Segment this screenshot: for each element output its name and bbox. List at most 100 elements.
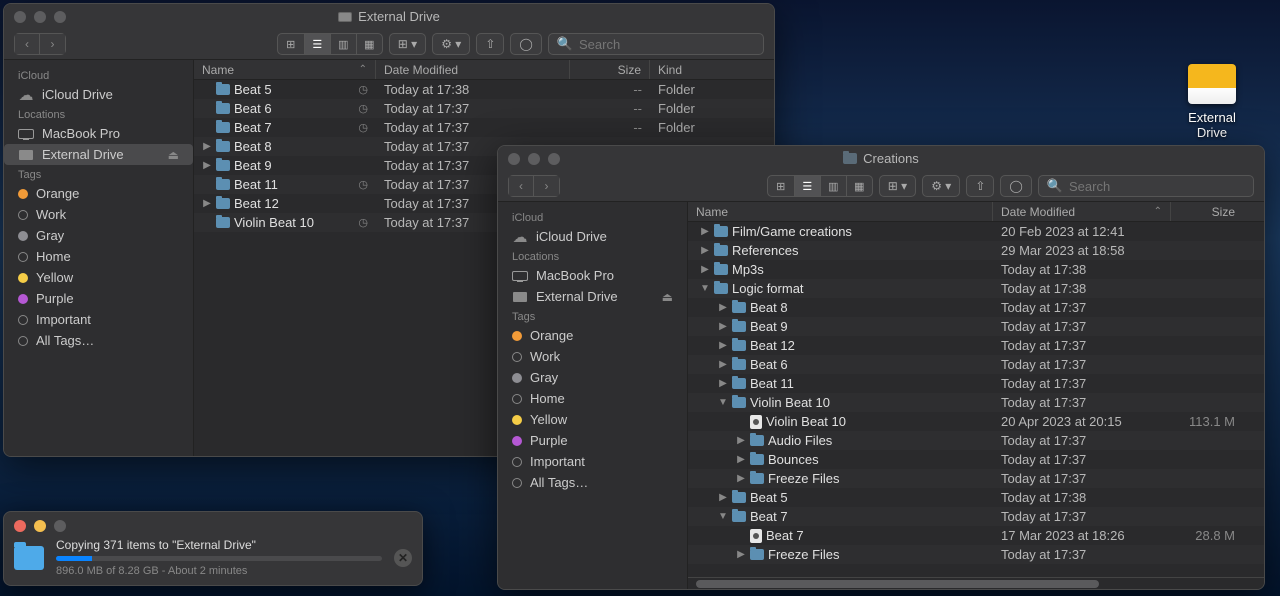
disclosure-icon[interactable]: ▶ [718, 359, 728, 370]
sidebar-tag-home[interactable]: Home [4, 246, 193, 267]
group-button[interactable]: ⊞ ▾ [389, 33, 426, 55]
disclosure-icon[interactable]: ▶ [736, 473, 746, 484]
sidebar-tag-yellow[interactable]: Yellow [4, 267, 193, 288]
sidebar-tag-important[interactable]: Important [4, 309, 193, 330]
eject-icon[interactable]: ⏏ [168, 148, 179, 162]
back-button[interactable]: ‹ [14, 33, 40, 55]
table-row[interactable]: Beat 717 Mar 2023 at 18:2628.8 M [688, 526, 1264, 545]
column-view-button[interactable]: ▥ [820, 176, 846, 196]
sidebar-tag-yellow[interactable]: Yellow [498, 409, 687, 430]
sidebar-item-macbook[interactable]: MacBook Pro [498, 265, 687, 286]
window-close-button[interactable] [508, 153, 520, 165]
col-kind[interactable]: Kind [650, 60, 774, 79]
table-row[interactable]: ▶Film/Game creations20 Feb 2023 at 12:41 [688, 222, 1264, 241]
horizontal-scrollbar[interactable] [688, 577, 1264, 589]
table-row[interactable]: ▶Beat 8Today at 17:37 [688, 298, 1264, 317]
disclosure-icon[interactable]: ▶ [718, 302, 728, 313]
view-switcher[interactable]: ⊞ ☰ ▥ ▦ [277, 33, 383, 55]
sidebar-item-external-drive[interactable]: External Drive⏏ [498, 286, 687, 307]
table-row[interactable]: ▶Freeze FilesToday at 17:37 [688, 545, 1264, 564]
window-minimize-button[interactable] [528, 153, 540, 165]
sidebar-tag-orange[interactable]: Orange [498, 325, 687, 346]
forward-button[interactable]: › [40, 33, 66, 55]
table-row[interactable]: ▶References29 Mar 2023 at 18:58 [688, 241, 1264, 260]
sidebar-tag-purple[interactable]: Purple [498, 430, 687, 451]
icon-view-button[interactable]: ⊞ [278, 34, 304, 54]
eject-icon[interactable]: ⏏ [662, 290, 673, 304]
table-row[interactable]: ▶Beat 12Today at 17:37 [688, 336, 1264, 355]
table-row[interactable]: Beat 5◷Today at 17:38--Folder [194, 80, 774, 99]
window-zoom-button[interactable] [54, 520, 66, 532]
table-row[interactable]: Beat 7◷Today at 17:37--Folder [194, 118, 774, 137]
table-row[interactable]: ▶Mp3sToday at 17:38 [688, 260, 1264, 279]
desktop-drive-icon[interactable]: External Drive [1176, 64, 1248, 140]
table-row[interactable]: Beat 6◷Today at 17:37--Folder [194, 99, 774, 118]
table-row[interactable]: Violin Beat 1020 Apr 2023 at 20:15113.1 … [688, 412, 1264, 431]
disclosure-icon[interactable]: ▼ [718, 397, 728, 408]
tags-button[interactable]: ◯ [510, 33, 541, 55]
search-field[interactable]: 🔍 [548, 33, 764, 55]
col-date[interactable]: Date Modified [376, 60, 570, 79]
disclosure-icon[interactable]: ▶ [736, 435, 746, 446]
window-minimize-button[interactable] [34, 11, 46, 23]
table-row[interactable]: ▶Beat 6Today at 17:37 [688, 355, 1264, 374]
search-field[interactable]: 🔍 [1038, 175, 1254, 197]
col-size[interactable]: Size [570, 60, 650, 79]
action-button[interactable]: ⚙ ▾ [922, 175, 960, 197]
disclosure-icon[interactable]: ▼ [718, 511, 728, 522]
sidebar-tag-gray[interactable]: Gray [498, 367, 687, 388]
window-zoom-button[interactable] [548, 153, 560, 165]
sidebar-all-tags[interactable]: All Tags… [498, 472, 687, 493]
disclosure-icon[interactable]: ▶ [736, 454, 746, 465]
table-row[interactable]: ▶Freeze FilesToday at 17:37 [688, 469, 1264, 488]
table-row[interactable]: ▶Beat 9Today at 17:37 [688, 317, 1264, 336]
col-name[interactable]: Name⌃ [194, 60, 376, 79]
table-row[interactable]: ▶BouncesToday at 17:37 [688, 450, 1264, 469]
column-view-button[interactable]: ▥ [330, 34, 356, 54]
window-zoom-button[interactable] [54, 11, 66, 23]
sidebar-all-tags[interactable]: All Tags… [4, 330, 193, 351]
disclosure-icon[interactable]: ▶ [718, 321, 728, 332]
disclosure-icon[interactable]: ▶ [736, 549, 746, 560]
disclosure-icon[interactable]: ▶ [718, 492, 728, 503]
disclosure-icon[interactable]: ▼ [700, 283, 710, 294]
table-row[interactable]: ▼Beat 7Today at 17:37 [688, 507, 1264, 526]
search-input[interactable] [1069, 179, 1245, 194]
share-button[interactable]: ⇧ [476, 33, 504, 55]
back-button[interactable]: ‹ [508, 175, 534, 197]
disclosure-icon[interactable]: ▶ [202, 198, 212, 209]
list-view-button[interactable]: ☰ [794, 176, 820, 196]
sidebar-tag-purple[interactable]: Purple [4, 288, 193, 309]
list-view-button[interactable]: ☰ [304, 34, 330, 54]
table-row[interactable]: ▶Audio FilesToday at 17:37 [688, 431, 1264, 450]
table-row[interactable]: ▼Violin Beat 10Today at 17:37 [688, 393, 1264, 412]
forward-button[interactable]: › [534, 175, 560, 197]
search-input[interactable] [579, 37, 755, 52]
disclosure-icon[interactable]: ▶ [700, 226, 710, 237]
cancel-button[interactable]: ✕ [394, 549, 412, 567]
tags-button[interactable]: ◯ [1000, 175, 1031, 197]
table-row[interactable]: ▶Beat 11Today at 17:37 [688, 374, 1264, 393]
sidebar-item-icloud-drive[interactable]: iCloud Drive [4, 84, 193, 105]
gallery-view-button[interactable]: ▦ [356, 34, 382, 54]
sidebar-tag-orange[interactable]: Orange [4, 183, 193, 204]
col-size[interactable]: Size [1171, 202, 1243, 221]
disclosure-icon[interactable]: ▶ [202, 160, 212, 171]
action-button[interactable]: ⚙ ▾ [432, 33, 470, 55]
disclosure-icon[interactable]: ▶ [700, 245, 710, 256]
gallery-view-button[interactable]: ▦ [846, 176, 872, 196]
group-button[interactable]: ⊞ ▾ [879, 175, 916, 197]
sidebar-tag-important[interactable]: Important [498, 451, 687, 472]
sidebar-tag-work[interactable]: Work [498, 346, 687, 367]
scrollbar-thumb[interactable] [696, 580, 1099, 588]
icon-view-button[interactable]: ⊞ [768, 176, 794, 196]
disclosure-icon[interactable]: ▶ [718, 378, 728, 389]
sidebar-item-macbook[interactable]: MacBook Pro [4, 123, 193, 144]
window-close-button[interactable] [14, 520, 26, 532]
window-close-button[interactable] [14, 11, 26, 23]
view-switcher[interactable]: ⊞ ☰ ▥ ▦ [767, 175, 873, 197]
sidebar-item-external-drive[interactable]: External Drive⏏ [4, 144, 193, 165]
disclosure-icon[interactable]: ▶ [718, 340, 728, 351]
table-row[interactable]: ▼Logic formatToday at 17:38 [688, 279, 1264, 298]
col-name[interactable]: Name [688, 202, 993, 221]
